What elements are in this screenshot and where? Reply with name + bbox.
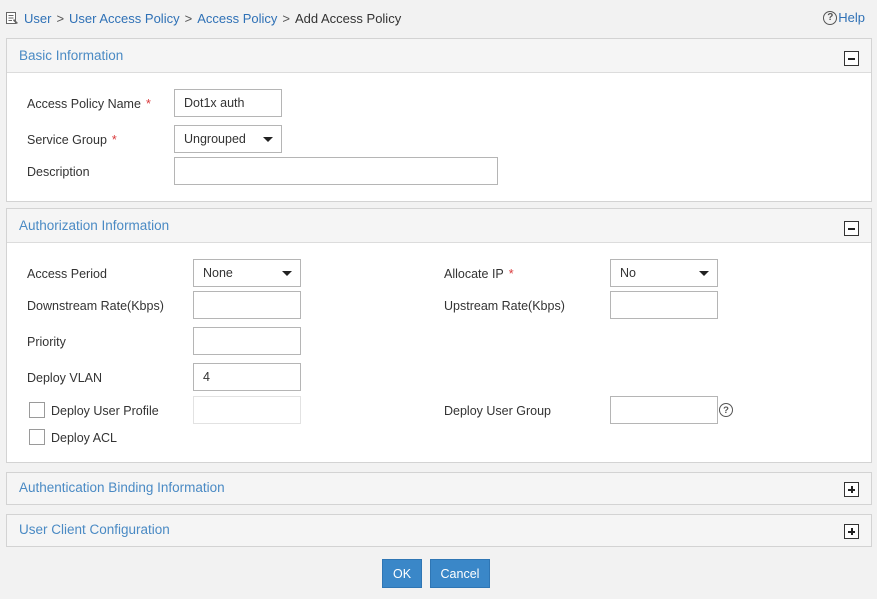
downstream-rate-input[interactable] (193, 291, 301, 319)
deploy-vlan-label: Deploy VLAN (27, 371, 103, 385)
chevron-down-icon (263, 137, 273, 142)
basic-information-header[interactable]: Basic Information (7, 39, 871, 73)
breadcrumb: User > User Access Policy > Access Polic… (5, 10, 401, 26)
chevron-down-icon (699, 271, 709, 276)
deploy-vlan-input[interactable] (193, 363, 301, 391)
service-group-value: Ungrouped (184, 132, 246, 146)
access-policy-name-label: Access Policy Name * (27, 97, 151, 111)
allocate-ip-value: No (620, 266, 636, 280)
priority-label: Priority (27, 335, 66, 349)
access-period-value: None (203, 266, 233, 280)
authorization-information-panel: Authorization Information Access Period … (6, 208, 872, 463)
service-group-label: Service Group * (27, 133, 117, 147)
question-circle-icon[interactable]: ? (719, 403, 733, 417)
deploy-user-profile-checkbox[interactable] (29, 402, 45, 418)
access-policy-name-input[interactable] (174, 89, 282, 117)
cancel-button[interactable]: Cancel (430, 559, 490, 588)
authorization-information-header[interactable]: Authorization Information (7, 209, 871, 243)
panel-title: Basic Information (19, 48, 124, 63)
authentication-binding-panel: Authentication Binding Information (6, 472, 872, 505)
breadcrumb-user-access-policy[interactable]: User Access Policy (69, 11, 180, 26)
ok-button[interactable]: OK (382, 559, 422, 588)
expand-icon[interactable] (844, 524, 859, 539)
deploy-acl-label: Deploy ACL (51, 431, 118, 445)
description-label: Description (27, 165, 90, 179)
deploy-user-profile-input (193, 396, 301, 424)
breadcrumb-user[interactable]: User (24, 11, 51, 26)
deploy-user-group-label: Deploy User Group (444, 404, 551, 418)
allocate-ip-select[interactable]: No (610, 259, 718, 287)
description-input[interactable] (174, 157, 498, 185)
required-mark: * (508, 267, 514, 281)
help-label: Help (838, 10, 865, 25)
expand-icon[interactable] (844, 482, 859, 497)
user-client-configuration-panel: User Client Configuration (6, 514, 872, 547)
downstream-rate-label: Downstream Rate(Kbps) (27, 299, 164, 313)
panel-title: User Client Configuration (19, 522, 170, 537)
required-mark: * (145, 97, 151, 111)
deploy-user-group-input[interactable] (610, 396, 718, 424)
deploy-acl-checkbox[interactable] (29, 429, 45, 445)
access-period-label: Access Period (27, 267, 107, 281)
deploy-user-profile-label: Deploy User Profile (51, 404, 159, 418)
breadcrumb-separator: > (56, 10, 65, 26)
basic-information-panel: Basic Information Access Policy Name* Se… (6, 38, 872, 202)
required-mark: * (111, 133, 117, 147)
top-bar: User > User Access Policy > Access Polic… (0, 0, 877, 36)
upstream-rate-input[interactable] (610, 291, 718, 319)
panel-title: Authentication Binding Information (19, 480, 225, 495)
access-period-select[interactable]: None (193, 259, 301, 287)
breadcrumb-separator: > (184, 10, 193, 26)
breadcrumb-separator: > (282, 10, 290, 26)
collapse-icon[interactable] (844, 51, 859, 66)
chevron-down-icon (282, 271, 292, 276)
breadcrumb-current: Add Access Policy (294, 10, 402, 26)
panel-title: Authorization Information (19, 218, 170, 233)
upstream-rate-label: Upstream Rate(Kbps) (444, 299, 565, 313)
question-circle-icon: ? (823, 10, 838, 25)
breadcrumb-access-policy[interactable]: Access Policy (197, 11, 277, 26)
collapse-icon[interactable] (844, 221, 859, 236)
document-icon (6, 12, 18, 24)
priority-input[interactable] (193, 327, 301, 355)
authentication-binding-header[interactable]: Authentication Binding Information (7, 473, 871, 504)
help-link[interactable]: ? Help (823, 10, 865, 25)
allocate-ip-label: Allocate IP * (444, 267, 514, 281)
service-group-select[interactable]: Ungrouped (174, 125, 282, 153)
user-client-configuration-header[interactable]: User Client Configuration (7, 515, 871, 546)
